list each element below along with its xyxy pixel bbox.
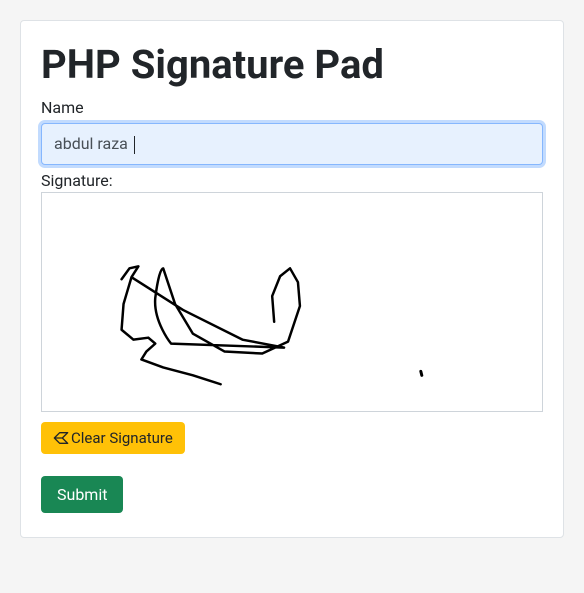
- clear-button-label: Clear Signature: [71, 429, 173, 447]
- name-label: Name: [41, 98, 543, 117]
- submit-button[interactable]: Submit: [41, 476, 123, 513]
- eraser-icon: [53, 431, 69, 445]
- signature-canvas[interactable]: [41, 192, 543, 412]
- name-input-value: abdul raza: [54, 134, 132, 153]
- clear-signature-button[interactable]: Clear Signature: [41, 422, 185, 454]
- signature-stroke: [122, 266, 300, 384]
- name-input[interactable]: abdul raza: [41, 123, 543, 165]
- text-cursor: [134, 136, 135, 154]
- signature-dot: [421, 371, 422, 375]
- page-title: PHP Signature Pad: [41, 41, 543, 88]
- signature-form-card: PHP Signature Pad Name abdul raza Signat…: [20, 20, 564, 538]
- submit-button-label: Submit: [57, 485, 107, 504]
- signature-label: Signature:: [41, 171, 543, 190]
